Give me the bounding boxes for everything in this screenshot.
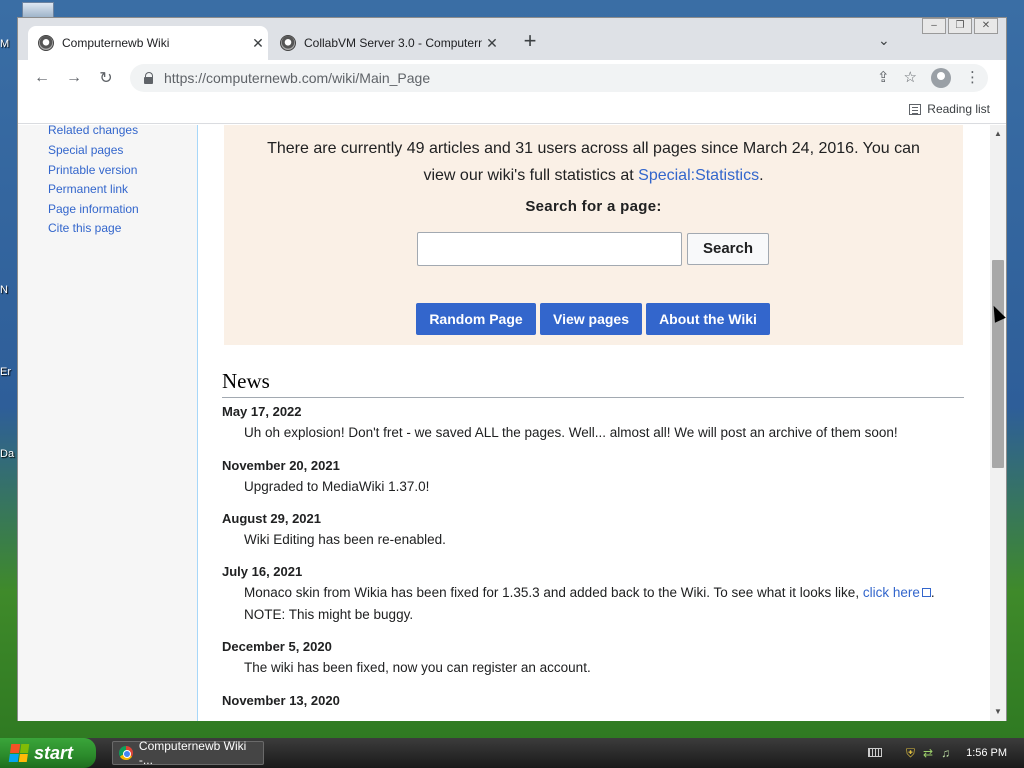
lock-icon[interactable] <box>144 72 154 84</box>
reading-list-button[interactable]: Reading list <box>909 102 990 116</box>
forward-icon[interactable]: → <box>58 69 90 87</box>
news-text: Uh oh explosion! Don't fret - we saved A… <box>244 425 898 440</box>
address-bar[interactable]: https://computernewb.com/wiki/Main_Page … <box>130 64 988 92</box>
desktop-label-4: Da <box>0 448 15 460</box>
scroll-down-icon[interactable]: ▼ <box>993 707 1003 716</box>
news-entry: August 29, 2021 Wiki Editing has been re… <box>222 511 446 551</box>
news-note: NOTE: This might be buggy. <box>244 607 414 622</box>
tab-collabvm[interactable]: CollabVM Server 3.0 - Computernewb ✕ <box>270 26 502 60</box>
news-date: July 16, 2021 <box>222 564 303 579</box>
news-date: November 20, 2021 <box>222 458 340 473</box>
news-date: December 5, 2020 <box>222 639 332 654</box>
desktop-icon[interactable] <box>22 2 54 18</box>
wiki-favicon-icon <box>38 35 54 51</box>
news-entry: November 20, 2021 Upgraded to MediaWiki … <box>222 458 429 498</box>
browser-window: Computernewb Wiki ✕ CollabVM Server 3.0 … <box>17 17 1007 721</box>
news-entry: May 17, 2022 Uh oh explosion! Don't fret… <box>222 404 898 444</box>
scrollbar-thumb[interactable] <box>992 260 1004 468</box>
start-button[interactable]: start <box>0 738 96 768</box>
about-wiki-button[interactable]: About the Wiki <box>646 303 770 335</box>
news-entry: July 16, 2021 Monaco skin from Wikia has… <box>222 564 964 626</box>
tab-title: Computernewb Wiki <box>62 36 170 50</box>
stats-box: There are currently 49 articles and 31 u… <box>224 125 963 345</box>
special-statistics-link[interactable]: Special:Statistics <box>638 167 759 184</box>
reading-list-label: Reading list <box>927 102 990 116</box>
volume-icon[interactable]: ♫ <box>941 746 950 760</box>
url-text[interactable]: https://computernewb.com/wiki/Main_Page <box>164 70 430 86</box>
close-tab-icon[interactable]: ✕ <box>482 35 502 52</box>
taskbar: start Computernewb Wiki -... ⛨ ⇄ ♫ 1:56 … <box>0 738 1024 768</box>
scroll-up-icon[interactable]: ▲ <box>993 129 1003 138</box>
news-heading: News <box>222 369 964 398</box>
tab-search-icon[interactable]: ⌄ <box>878 32 890 49</box>
new-tab-button[interactable]: + <box>518 30 542 54</box>
shield-icon[interactable]: ⛨ <box>906 746 915 761</box>
stats-line-1: There are currently 49 articles and 31 u… <box>267 140 920 157</box>
windows-logo-icon <box>8 744 30 762</box>
taskbar-item-browser[interactable]: Computernewb Wiki -... <box>112 739 264 767</box>
tab-strip: Computernewb Wiki ✕ CollabVM Server 3.0 … <box>18 18 1006 60</box>
sidebar-item-printable-version[interactable]: Printable version <box>48 163 137 177</box>
news-text: Upgraded to MediaWiki 1.37.0! <box>244 479 430 494</box>
tab-title: CollabVM Server 3.0 - Computernewb <box>304 36 482 50</box>
click-here-link[interactable]: click here <box>863 585 920 600</box>
news-text: The wiki has been fixed, now you can reg… <box>244 660 591 675</box>
sidebar-item-page-information[interactable]: Page information <box>48 202 139 216</box>
close-tab-icon[interactable]: ✕ <box>248 35 268 52</box>
stats-prefix: view our wiki's full statistics at <box>423 167 639 184</box>
wiki-favicon-icon <box>280 35 296 51</box>
minimize-button[interactable]: – <box>922 18 946 34</box>
external-link-icon <box>921 588 931 597</box>
news-entry: December 5, 2020 The wiki has been fixed… <box>222 639 591 679</box>
search-button[interactable]: Search <box>687 233 769 265</box>
news-text-main: Monaco skin from Wikia has been fixed fo… <box>244 585 863 600</box>
start-label: start <box>34 742 74 763</box>
window-controls: – ❐ ✕ <box>922 18 998 34</box>
back-icon[interactable]: ← <box>26 69 58 87</box>
browser-toolbar: ← → ↻ https://computernewb.com/wiki/Main… <box>18 60 1006 96</box>
desktop-label-2: N <box>0 284 8 296</box>
stats-text: There are currently 49 articles and 31 u… <box>224 135 963 189</box>
stats-suffix: . <box>759 167 764 184</box>
sidebar-item-permanent-link[interactable]: Permanent link <box>48 182 128 196</box>
search-label: Search for a page: <box>525 198 662 215</box>
news-text: Monaco skin from Wikia has been fixed fo… <box>222 582 964 604</box>
desktop-label-3: Er <box>0 366 11 378</box>
news-text: Wiki Editing has been re-enabled. <box>244 532 446 547</box>
desktop-label-1: M <box>0 38 10 50</box>
bookmark-star-icon[interactable]: ☆ <box>904 68 917 88</box>
news-date: August 29, 2021 <box>222 511 321 526</box>
wiki-sidebar: Related changes Special pages Printable … <box>18 125 196 721</box>
tab-computernewb-wiki[interactable]: Computernewb Wiki ✕ <box>28 26 268 60</box>
restore-button[interactable]: ❐ <box>948 18 972 34</box>
bookmarks-bar: Reading list <box>18 96 1006 124</box>
reading-list-icon <box>909 103 922 115</box>
stats-line-2: view our wiki's full statistics at Speci… <box>224 162 963 189</box>
sidebar-item-cite-this-page[interactable]: Cite this page <box>48 221 121 235</box>
reload-icon[interactable]: ↻ <box>90 68 122 88</box>
system-tray: ⛨ ⇄ ♫ 1:56 PM <box>896 738 1024 768</box>
view-pages-button[interactable]: View pages <box>540 303 642 335</box>
taskbar-item-label: Computernewb Wiki -... <box>138 739 247 767</box>
page-scrollbar[interactable]: ▲ ▼ <box>990 125 1006 721</box>
close-window-button[interactable]: ✕ <box>974 18 998 34</box>
news-date: November 13, 2020 <box>222 693 340 708</box>
chrome-icon <box>119 746 133 760</box>
page-viewport: Related changes Special pages Printable … <box>18 125 990 721</box>
share-icon[interactable]: ⇪ <box>877 68 890 88</box>
keyboard-icon[interactable] <box>868 748 882 757</box>
news-entry: November 13, 2020 <box>222 693 340 708</box>
sidebar-item-related-changes[interactable]: Related changes <box>48 125 138 137</box>
search-input[interactable] <box>417 232 682 266</box>
network-icon[interactable]: ⇄ <box>923 746 933 760</box>
news-date: May 17, 2022 <box>222 404 302 419</box>
clock: 1:56 PM <box>966 747 1008 759</box>
menu-kebab-icon[interactable]: ⋮ <box>965 68 980 88</box>
sidebar-item-special-pages[interactable]: Special pages <box>48 143 123 157</box>
news-text-after: . <box>930 585 935 600</box>
random-page-button[interactable]: Random Page <box>416 303 536 335</box>
profile-avatar-icon[interactable] <box>931 68 951 88</box>
toolbar-actions: ⇪ ☆ ⋮ <box>877 68 980 88</box>
wiki-content: There are currently 49 articles and 31 u… <box>197 125 990 721</box>
